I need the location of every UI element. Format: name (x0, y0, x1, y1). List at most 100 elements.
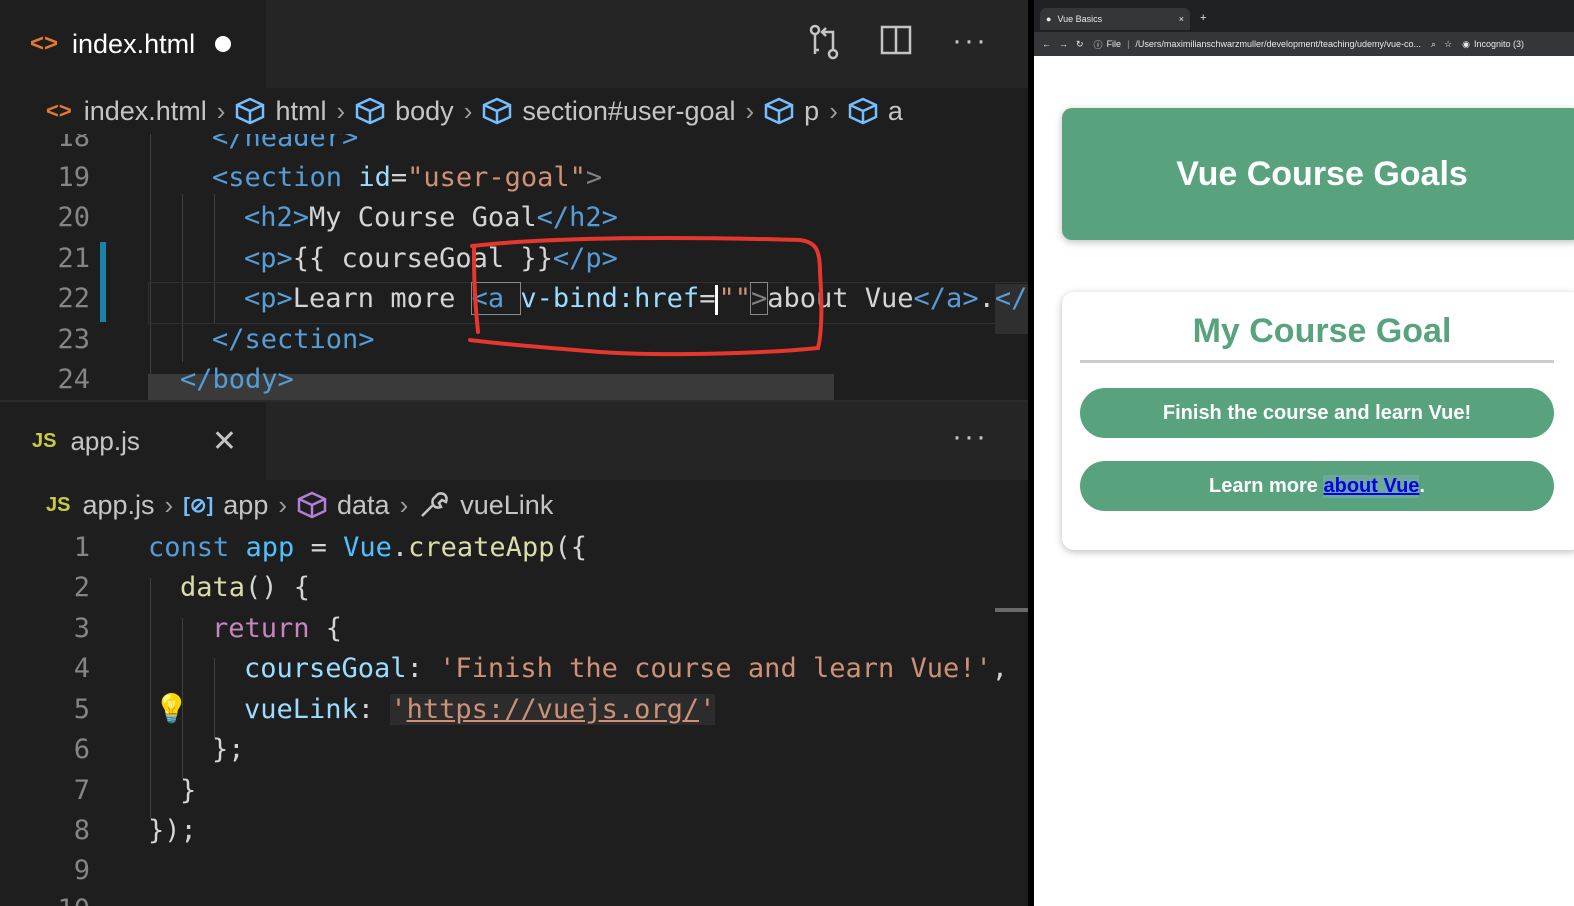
code-token: . (978, 283, 995, 314)
line-number: 2 (73, 572, 90, 603)
code-line-1: const app = Vue.createApp({ (148, 532, 587, 563)
code-token: </a> (913, 283, 979, 314)
lightbulb-icon[interactable]: 💡 (154, 692, 189, 725)
code-editor: <> index.html ··· <> index.html › html ›… (0, 0, 1028, 906)
line-number: 7 (73, 775, 90, 806)
crumb-vuelink[interactable]: vueLink (460, 490, 553, 521)
cube-icon (482, 97, 512, 125)
code-token: </h2> (536, 202, 618, 233)
tab-index-html[interactable]: <> index.html (0, 0, 266, 88)
open-changes-icon[interactable] (808, 24, 840, 68)
globe-icon: ● (1046, 14, 1052, 24)
crumb-html[interactable]: html (275, 96, 326, 127)
editor-tab-bar: JS app.js ✕ ··· (0, 402, 1028, 480)
cube-icon (355, 97, 385, 125)
crumb-a[interactable]: a (888, 96, 903, 127)
learn-more-text: Learn more about Vue. (1080, 461, 1554, 511)
code-token: </header> (212, 134, 359, 153)
code-token: data (180, 572, 246, 603)
url-text[interactable]: /Users/maximilianschwarzmuller/developme… (1135, 39, 1421, 49)
code-token: 'Finish the course and learn Vue!' (439, 653, 992, 684)
method-cube-icon (297, 491, 327, 519)
tab-app-js[interactable]: JS app.js ✕ (0, 402, 266, 480)
unsaved-dot-icon[interactable] (215, 36, 232, 52)
zoom-icon[interactable]: ⌕ (1431, 39, 1436, 50)
about-vue-link[interactable]: about Vue (1323, 474, 1420, 498)
forward-icon[interactable]: → (1059, 39, 1068, 49)
chevron-right-icon: › (278, 489, 288, 520)
crumb-file[interactable]: app.js (82, 490, 154, 521)
goal-text-label: Finish the course and learn Vue! (1162, 401, 1472, 424)
code-token: () { (245, 572, 311, 603)
line-number: 1 (73, 532, 90, 563)
code-token: const (148, 532, 246, 563)
page-title: Vue Course Goals (1176, 154, 1468, 193)
more-actions-icon[interactable]: ··· (952, 24, 988, 68)
code-token: }; (212, 734, 245, 765)
more-actions-icon[interactable]: ··· (952, 420, 988, 454)
html-file-icon: <> (46, 98, 72, 123)
goal-text: Finish the course and learn Vue! (1080, 388, 1554, 438)
code-line-18: </header> (212, 134, 358, 153)
reload-icon[interactable]: ↻ (1076, 39, 1084, 50)
js-code-area[interactable]: 1 2 3 4 5 6 7 8 9 10 💡 const app = Vue.c… (0, 528, 1028, 906)
line-number: 8 (73, 815, 90, 846)
back-icon[interactable]: ← (1042, 39, 1051, 49)
git-modified-bar (100, 242, 106, 322)
chevron-right-icon: › (399, 489, 409, 520)
line-number: 19 (57, 162, 90, 193)
incognito-label[interactable]: Incognito (3) (1474, 39, 1524, 49)
url-link[interactable]: https://vuejs.org/ (406, 694, 700, 725)
variable-icon: [⊘] (183, 494, 214, 517)
line-number: 9 (73, 855, 90, 886)
star-icon[interactable]: ☆ (1444, 39, 1452, 50)
html-brackets-icon: <> (30, 30, 59, 57)
indent-guide (150, 134, 151, 402)
editor-actions: ··· (808, 24, 988, 68)
crumb-file[interactable]: index.html (84, 96, 207, 127)
code-line-19: <section id="user-goal"> (212, 162, 602, 193)
code-token: Learn more (292, 283, 472, 314)
code-line-5: vueLink: 'https://vuejs.org/' (244, 694, 716, 725)
js-file-icon: JS (32, 429, 57, 452)
code-token: </section> (212, 324, 375, 355)
cube-icon (764, 97, 794, 125)
code-line-6: }; (212, 734, 245, 765)
html-code-area[interactable]: 18 19 20 21 22 23 24 </header> <section … (0, 134, 1028, 402)
info-icon: ⓘ (1093, 39, 1103, 50)
chevron-right-icon: › (829, 95, 838, 126)
new-tab-icon[interactable]: + (1200, 12, 1206, 24)
code-token: </body> (180, 364, 294, 395)
crumb-p[interactable]: p (804, 96, 819, 127)
crumb-data[interactable]: data (337, 490, 390, 521)
chevron-right-icon: › (463, 95, 473, 126)
address-bar[interactable]: ← → ↻ ⓘ File | /Users/maximilianschwarzm… (1034, 32, 1574, 56)
code-line-20: <h2>My Course Goal</h2> (244, 202, 618, 233)
code-line-8: }); (148, 815, 197, 846)
goal-heading: My Course Goal (1192, 312, 1452, 350)
minimap-slider[interactable] (995, 608, 1028, 612)
chevron-right-icon: › (216, 95, 226, 126)
crumb-body[interactable]: body (395, 96, 454, 127)
line-number: 21 (57, 243, 90, 274)
crumb-app[interactable]: app (223, 490, 268, 521)
code-token: return (212, 613, 310, 644)
close-icon[interactable]: ✕ (212, 424, 237, 459)
code-token: { (309, 613, 343, 644)
code-line-23: </section> (212, 324, 375, 355)
learn-more-prefix: Learn more (1209, 474, 1324, 497)
url-scheme: File (1106, 39, 1122, 49)
crumb-section[interactable]: section#user-goal (522, 96, 735, 127)
code-token: Vue (343, 532, 392, 563)
close-tab-icon[interactable]: × (1179, 14, 1184, 24)
chevron-right-icon: › (745, 95, 755, 126)
code-line-7: } (180, 775, 196, 806)
heading-divider (1080, 360, 1554, 363)
incognito-icon: ◉ (1462, 38, 1471, 49)
split-editor-icon[interactable] (880, 24, 912, 68)
breadcrumb: JS app.js › [⊘] app › data › vueLink (0, 482, 1028, 528)
browser-tab[interactable]: ● Vue Basics × (1040, 8, 1190, 30)
cube-icon (848, 97, 878, 125)
code-token: = (390, 162, 408, 193)
code-token: <p> (244, 243, 293, 274)
